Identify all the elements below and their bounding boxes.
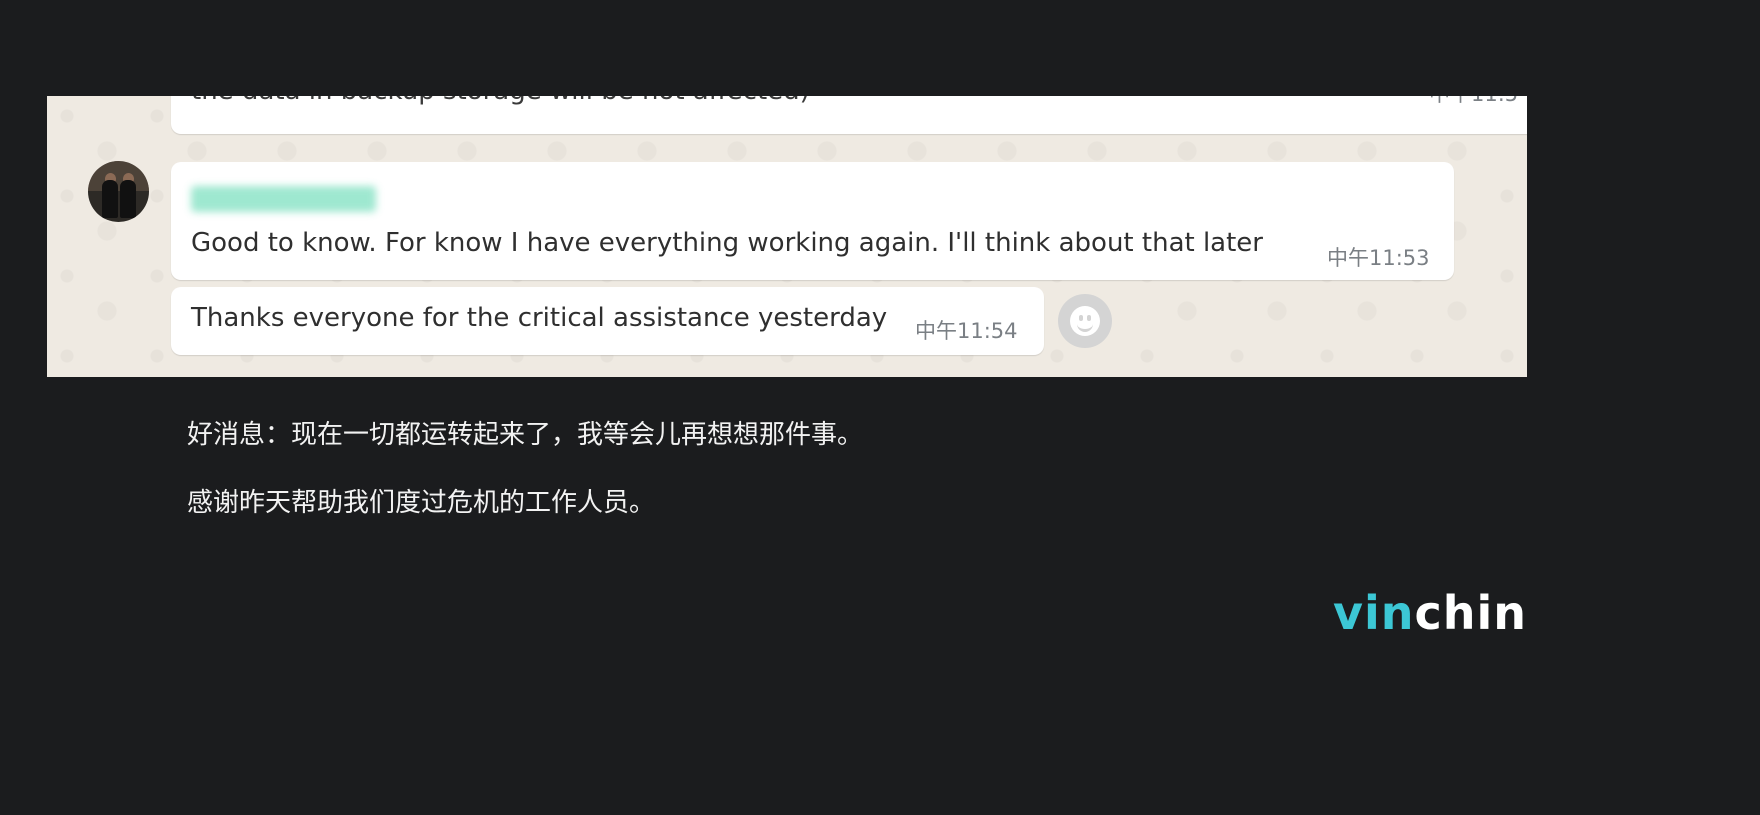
smiley-icon[interactable] — [1058, 294, 1112, 348]
sender-name-blurred[interactable] — [191, 186, 376, 212]
message-bubble[interactable]: Thanks everyone for the critical assista… — [171, 287, 1044, 355]
message-text: Thanks everyone for the critical assista… — [191, 303, 888, 333]
chat-screenshot: the data in backup storage will be not a… — [47, 96, 1527, 377]
message-text: the data in backup storage will be not a… — [191, 96, 810, 106]
logo-part-chin: chin — [1414, 586, 1528, 640]
message-bubble[interactable]: Good to know. For know I have everything… — [171, 162, 1454, 280]
translation-line: 好消息：现在一切都运转起来了，我等会儿再想想那件事。 — [187, 420, 864, 450]
message-text: Good to know. For know I have everything… — [191, 228, 1263, 258]
message-bubble[interactable]: the data in backup storage will be not a… — [171, 96, 1527, 134]
translation-line: 感谢昨天帮助我们度过危机的工作人员。 — [187, 488, 656, 518]
message-time: 中午11:54 — [915, 319, 1018, 343]
message-time: 中午11:5 — [1429, 96, 1518, 108]
vinchin-logo: vinchin — [1333, 586, 1527, 640]
message-time: 中午11:53 — [1327, 246, 1430, 270]
logo-part-vin: vin — [1333, 586, 1415, 640]
sender-avatar[interactable] — [88, 161, 149, 222]
